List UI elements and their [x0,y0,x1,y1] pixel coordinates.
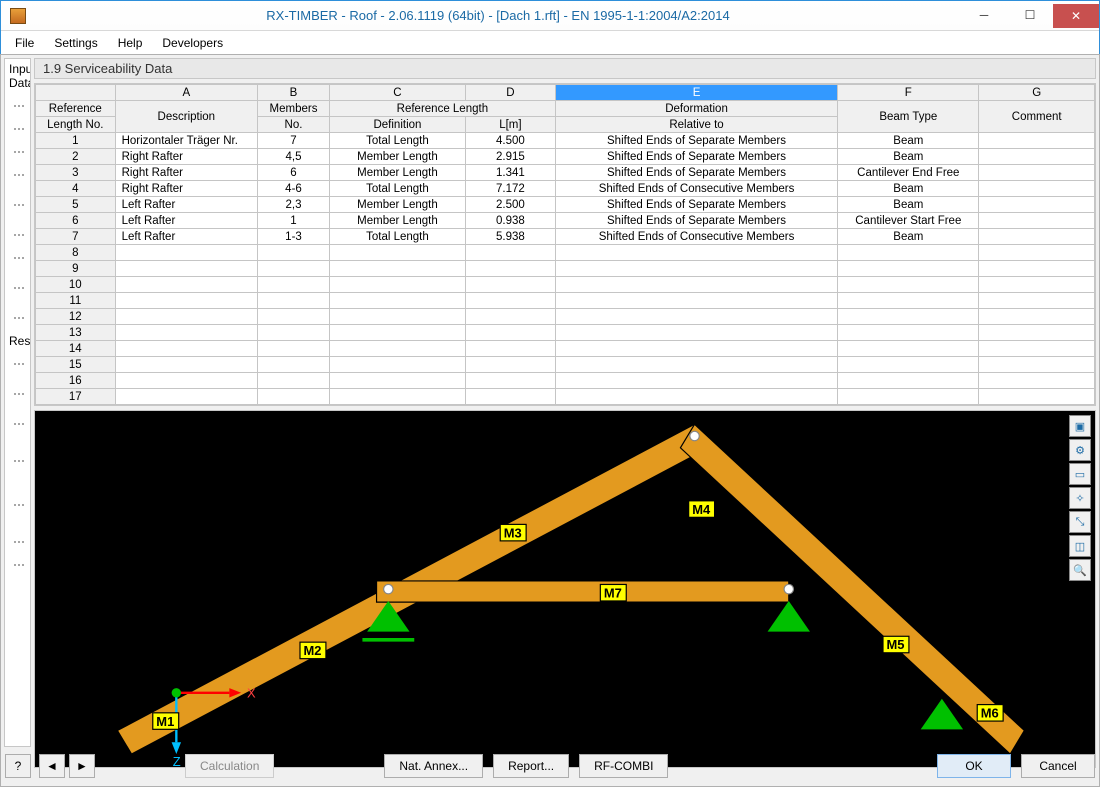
h-reflen: Reference Length [329,101,555,117]
tool-iso-icon[interactable]: ◫ [1069,535,1091,557]
close-button[interactable]: ✕ [1053,4,1099,28]
table-row[interactable]: 8 [36,245,1095,261]
titlebar: RX-TIMBER - Roof - 2.06.1119 (64bit) - [… [1,1,1099,31]
table-row[interactable]: 3Right Rafter6Member Length1.341Shifted … [36,165,1095,181]
rf-combi-button[interactable]: RF-COMBI [579,754,668,778]
table-row[interactable]: 6Left Rafter1Member Length0.938Shifted E… [36,213,1095,229]
menubar: File Settings Help Developers [1,31,1099,55]
table-row[interactable]: 7Left Rafter1-3Total Length5.938Shifted … [36,229,1095,245]
h-comment: Comment [979,101,1095,133]
tree-group-results[interactable]: Results [9,333,26,349]
tool-nodes-icon[interactable]: ✧ [1069,487,1091,509]
h-ref1: Reference [36,101,116,117]
model-viewport[interactable]: X Z M1 M2 M3 M4 M5 M6 M7 ▣ ⚙ ▭ [34,410,1096,768]
col-letter-f[interactable]: F [838,85,979,101]
panel-title: 1.9 Serviceability Data [34,58,1096,79]
col-letter-a[interactable]: A [115,85,257,101]
col-letter-g[interactable]: G [979,85,1095,101]
minimize-button[interactable]: ─ [961,4,1007,26]
navigation-tree[interactable]: Input Data General DataGeometryCross-sec… [4,58,31,747]
cancel-button[interactable]: Cancel [1021,754,1095,778]
svg-text:M5: M5 [887,637,905,652]
tree-item[interactable]: Design by Components [9,409,26,439]
tool-display-icon[interactable]: ▭ [1069,463,1091,485]
next-button[interactable]: ► [69,754,95,778]
tree-item[interactable]: Design by Member [9,439,26,483]
table-row[interactable]: 16 [36,373,1095,389]
table-row[interactable]: 13 [36,325,1095,341]
col-letter-c[interactable]: C [329,85,465,101]
maximize-button[interactable]: ☐ [1007,4,1053,26]
menu-file[interactable]: File [7,34,42,52]
col-letter-e[interactable]: E [555,85,837,101]
ok-button[interactable]: OK [937,754,1011,778]
table-row[interactable]: 9 [36,261,1095,277]
h-lm: L[m] [465,117,555,133]
table-row[interactable]: 17 [36,389,1095,405]
help-button[interactable]: ? [5,754,31,778]
menu-help[interactable]: Help [110,34,151,52]
h-def: Definition [329,117,465,133]
tree-item[interactable]: Support Forces [9,527,26,557]
h-ref2: Length No. [36,117,116,133]
tree-item[interactable]: Geometry [9,121,26,137]
tree-item[interactable]: Effective Lengths [9,243,26,273]
tool-zoom-icon[interactable]: 🔍 [1069,559,1091,581]
col-header-ref[interactable] [36,85,116,101]
h-desc: Description [115,101,257,133]
tool-select-icon[interactable]: ▣ [1069,415,1091,437]
table-row[interactable]: 15 [36,357,1095,373]
table-row[interactable]: 10 [36,277,1095,293]
svg-text:M4: M4 [692,502,711,517]
report-button[interactable]: Report... [493,754,569,778]
col-letter-b[interactable]: B [258,85,330,101]
tree-item[interactable]: Serviceability Data [9,303,26,333]
svg-text:X: X [247,686,256,701]
svg-text:M7: M7 [604,585,622,600]
app-icon [10,8,26,24]
h-memb1: Members [258,101,330,117]
table-row[interactable]: 5Left Rafter2,3Member Length2.500Shifted… [36,197,1095,213]
table-row[interactable]: 1Horizontaler Träger Nr.7Total Length4.5… [36,133,1095,149]
table-row[interactable]: 12 [36,309,1095,325]
viewport-toolbar: ▣ ⚙ ▭ ✧ ⤡ ◫ 🔍 [1069,415,1091,581]
tree-item[interactable]: Deformations [9,557,26,573]
table-row[interactable]: 11 [36,293,1095,309]
svg-text:M3: M3 [504,525,522,540]
tree-group-input[interactable]: Input Data [9,61,26,91]
tree-item[interactable]: Design - All [9,379,26,409]
col-letter-d[interactable]: D [465,85,555,101]
tool-settings-icon[interactable]: ⚙ [1069,439,1091,461]
h-rel: Relative to [555,117,837,133]
tree-item[interactable]: General Data [9,91,26,121]
nat-annex-button[interactable]: Nat. Annex... [384,754,483,778]
tree-item[interactable]: Cross-sections [9,137,26,167]
h-memb2: No. [258,117,330,133]
tree-item[interactable]: Design by x-Location [9,483,26,527]
calculation-button[interactable]: Calculation [185,754,274,778]
tree-item[interactable]: Result Combinations [9,349,26,379]
svg-text:M6: M6 [981,706,999,721]
h-beam: Beam Type [838,101,979,133]
table-row[interactable]: 14 [36,341,1095,357]
window-title: RX-TIMBER - Roof - 2.06.1119 (64bit) - [… [35,8,961,23]
tool-axes-icon[interactable]: ⤡ [1069,511,1091,533]
tree-item[interactable]: Loads [9,227,26,243]
prev-button[interactable]: ◄ [39,754,65,778]
table-row[interactable]: 2Right Rafter4,5Member Length2.915Shifte… [36,149,1095,165]
h-deform: Deformation [555,101,837,117]
table-row[interactable]: 4Right Rafter4-6Total Length7.172Shifted… [36,181,1095,197]
menu-settings[interactable]: Settings [46,34,105,52]
footer-bar: ? ◄ ► Calculation Nat. Annex... Report..… [5,752,1095,780]
svg-text:M2: M2 [304,643,322,658]
menu-developers[interactable]: Developers [154,34,231,52]
tree-item[interactable]: Control Parameters [9,273,26,303]
svg-text:M1: M1 [156,714,174,729]
tree-item[interactable]: Components [9,167,26,183]
tree-item[interactable]: Supports and Releases [9,183,26,227]
data-grid[interactable]: A B C D E F G Reference Description Memb… [34,83,1096,406]
